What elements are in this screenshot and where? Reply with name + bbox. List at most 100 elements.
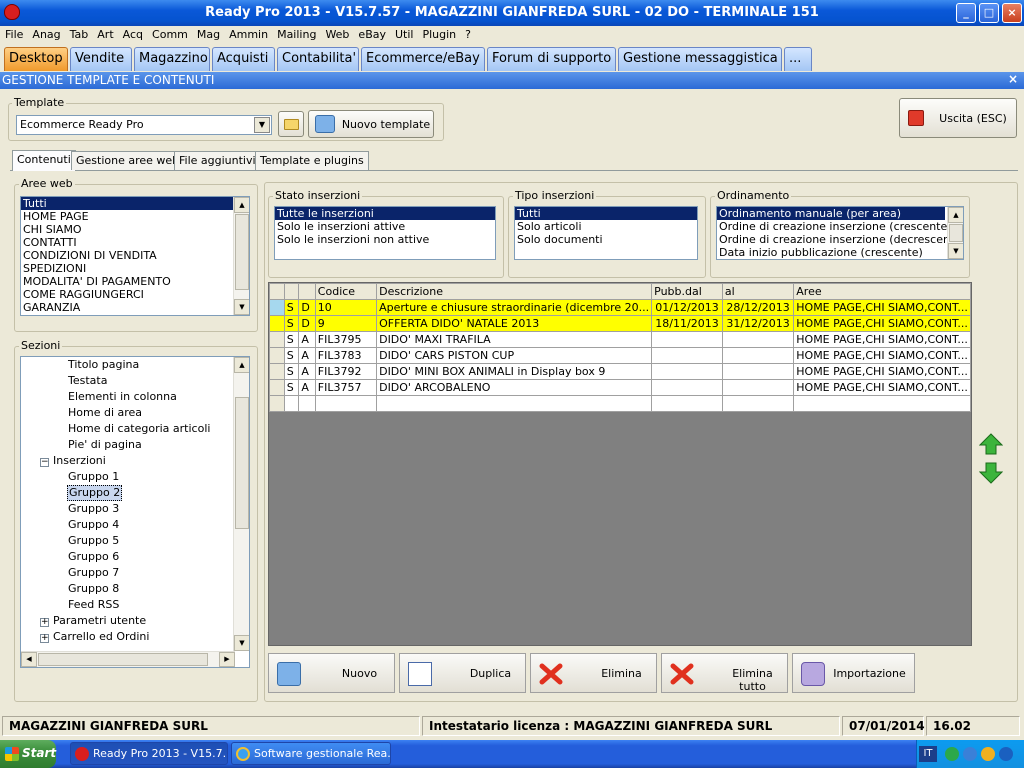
tree-item-titolo-pagina[interactable]: Titolo pagina (68, 357, 139, 373)
taskbar-item-readypro[interactable]: Ready Pro 2013 - V15.7.... (70, 742, 228, 765)
tree-item-testata[interactable]: Testata (68, 373, 107, 389)
cell-stato[interactable]: S (283, 299, 300, 316)
taskbar-item-browser[interactable]: Software gestionale Rea... (231, 742, 391, 765)
header-descrizione[interactable]: Descrizione (376, 283, 653, 300)
empty-cell[interactable] (376, 395, 653, 412)
empty-cell[interactable] (721, 395, 795, 412)
tree-item-gruppo-7[interactable]: Gruppo 7 (68, 565, 119, 581)
list-item[interactable]: MODALITA' DI PAGAMENTO (21, 275, 249, 288)
header-aree[interactable]: Aree (793, 283, 971, 300)
table-row-empty[interactable] (269, 395, 971, 412)
cell-tipo[interactable]: D (298, 299, 316, 316)
inserzioni-grid[interactable]: Codice Descrizione Pubb.dal al Aree S D 10… (268, 282, 972, 646)
tree-item-gruppo-8[interactable]: Gruppo 8 (68, 581, 119, 597)
expand-icon[interactable]: + (40, 618, 49, 627)
section-close-icon[interactable]: × (1008, 72, 1018, 86)
network-icon[interactable] (945, 747, 959, 761)
menu-art[interactable]: Art (92, 26, 117, 41)
aree-web-list[interactable]: Tutti HOME PAGE CHI SIAMO CONTATTI CONDI… (20, 196, 250, 316)
tree-item-elementi-in-colonna[interactable]: Elementi in colonna (68, 389, 177, 405)
cell-al[interactable] (721, 379, 795, 396)
cell-tipo[interactable]: D (298, 315, 316, 332)
cell-stato[interactable]: S (283, 379, 300, 396)
ordinamento-scrollbar[interactable]: ▲ ▼ (947, 207, 963, 259)
tab-forum-di-supporto[interactable]: Forum di supporto (487, 47, 616, 71)
cell-pubb-dal[interactable] (651, 363, 723, 380)
tree-item-gruppo-2[interactable]: Gruppo 2 (67, 485, 123, 501)
start-button[interactable]: Start (0, 740, 56, 768)
menu-anag[interactable]: Anag (27, 26, 64, 41)
list-item[interactable]: GARANZIA (21, 301, 249, 314)
scroll-down-icon[interactable]: ▼ (234, 635, 249, 651)
tree-item-carrello-ed-ordini[interactable]: Carrello ed Ordini (53, 629, 149, 645)
security-icon[interactable] (963, 747, 977, 761)
cell-aree[interactable]: HOME PAGE,CHI SIAMO,CONT... (793, 379, 971, 396)
open-folder-button[interactable] (278, 111, 304, 137)
cell-pubb-dal[interactable] (651, 331, 723, 348)
scroll-up-icon[interactable]: ▲ (948, 207, 963, 223)
scroll-down-icon[interactable]: ▼ (948, 243, 963, 259)
cell-aree[interactable]: HOME PAGE,CHI SIAMO,CONT... (793, 363, 971, 380)
info-icon[interactable] (981, 747, 995, 761)
tree-item-gruppo-3[interactable]: Gruppo 3 (68, 501, 119, 517)
cell-pubb-dal[interactable]: 18/11/2013 (651, 315, 723, 332)
cell-aree[interactable]: HOME PAGE,CHI SIAMO,CONT... (793, 331, 971, 348)
cell-pubb-dal[interactable]: 01/12/2013 (651, 299, 723, 316)
cell-al[interactable] (721, 331, 795, 348)
sezioni-tree[interactable]: Titolo pagina Testata Elementi in colonn… (20, 356, 250, 668)
scroll-thumb[interactable] (235, 214, 249, 290)
table-row[interactable]: S D 10 Aperture e chiusure straordinarie (d… (269, 299, 971, 316)
cell-al[interactable]: 31/12/2013 (721, 315, 795, 332)
move-up-button[interactable] (978, 433, 1004, 455)
cell-descrizione[interactable]: DIDO' MINI BOX ANIMALI in Display box 9 (376, 363, 653, 380)
cell-pubb-dal[interactable] (651, 347, 723, 364)
subtab-template-e-plugins[interactable]: Template e plugins (255, 151, 369, 170)
header-codice[interactable]: Codice (314, 283, 378, 300)
list-item[interactable]: Ordine di creazione inserzione (crescent… (717, 220, 963, 233)
tree-item-feed-rss[interactable]: Feed RSS (68, 597, 119, 613)
subtab-gestione-aree-web[interactable]: Gestione aree web (71, 151, 185, 170)
empty-cell[interactable] (269, 395, 285, 412)
tab-vendite[interactable]: Vendite (70, 47, 132, 71)
row-indicator[interactable] (269, 331, 285, 348)
tab-contabilita[interactable]: Contabilita' (277, 47, 359, 71)
cell-al[interactable] (721, 363, 795, 380)
tipo-inserzioni-list[interactable]: Tutti Solo articoli Solo documenti (514, 206, 698, 260)
list-item[interactable]: Ordinamento manuale (per area) (717, 207, 945, 220)
cell-tipo[interactable]: A (298, 347, 316, 364)
cell-aree[interactable]: HOME PAGE,CHI SIAMO,CONT... (793, 299, 971, 316)
list-item[interactable]: Data inizio pubblicazione (crescente) (717, 246, 963, 259)
tab-acquisti[interactable]: Acquisti (212, 47, 275, 71)
elimina-tutto-button[interactable]: Elimina tutto (661, 653, 788, 693)
scroll-right-icon[interactable]: ▶ (219, 652, 235, 667)
menu-ammin[interactable]: Ammin (224, 26, 272, 41)
empty-cell[interactable] (298, 395, 316, 412)
sezioni-hscrollbar[interactable]: ◀ ▶ (21, 651, 235, 667)
minimize-button[interactable]: _ (956, 3, 976, 23)
header-pubb-dal[interactable]: Pubb.dal (651, 283, 723, 300)
cell-codice[interactable]: FIL3792 (314, 363, 378, 380)
tree-item-gruppo-5[interactable]: Gruppo 5 (68, 533, 119, 549)
list-item[interactable]: COME RAGGIUNGERCI (21, 288, 249, 301)
cell-aree[interactable]: HOME PAGE,CHI SIAMO,CONT... (793, 347, 971, 364)
cell-aree[interactable]: HOME PAGE,CHI SIAMO,CONT... (793, 315, 971, 332)
scroll-thumb[interactable] (235, 397, 249, 529)
cell-tipo[interactable]: A (298, 331, 316, 348)
empty-cell[interactable] (793, 395, 971, 412)
tree-item-gruppo-6[interactable]: Gruppo 6 (68, 549, 119, 565)
close-button[interactable]: × (1002, 3, 1022, 23)
menu-acq[interactable]: Acq (118, 26, 147, 41)
tree-item-inserzioni[interactable]: Inserzioni (53, 453, 106, 469)
move-down-button[interactable] (978, 462, 1004, 484)
list-item[interactable]: Solo documenti (515, 233, 697, 246)
header-al[interactable]: al (721, 283, 795, 300)
scroll-up-icon[interactable]: ▲ (234, 357, 249, 373)
tree-item-home-di-categoria[interactable]: Home di categoria articoli (68, 421, 210, 437)
list-item[interactable]: Tutte le inserzioni (275, 207, 495, 220)
menu-ebay[interactable]: eBay (353, 26, 390, 41)
cell-stato[interactable]: S (283, 347, 300, 364)
cell-tipo[interactable]: A (298, 379, 316, 396)
tree-item-pie-di-pagina[interactable]: Pie' di pagina (68, 437, 142, 453)
cell-stato[interactable]: S (283, 363, 300, 380)
row-indicator[interactable] (269, 363, 285, 380)
